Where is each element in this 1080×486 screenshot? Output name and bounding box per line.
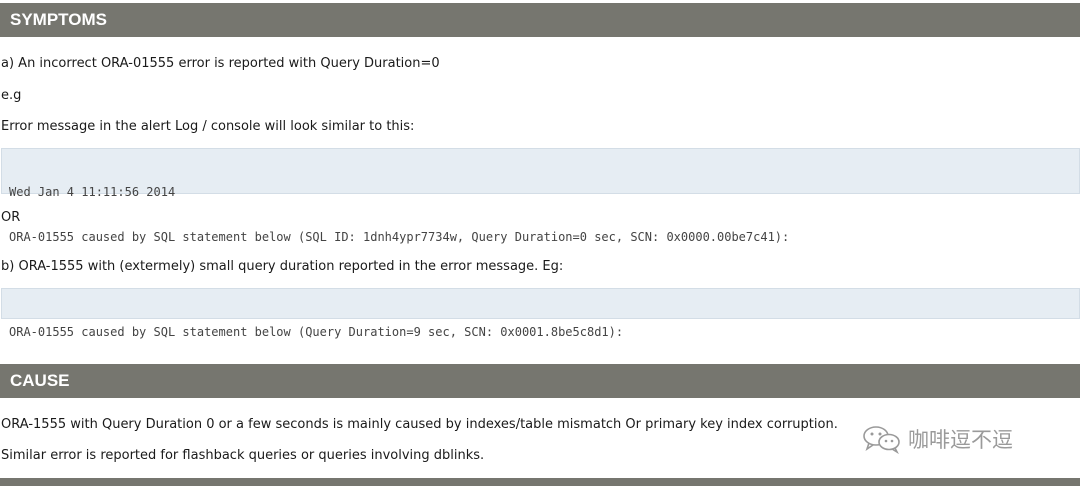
code-line-error-2: ORA-01555 caused by SQL statement below …: [9, 325, 624, 339]
watermark: 咖啡逗不逗: [862, 424, 1013, 454]
next-section-header-partial: [0, 478, 1080, 486]
error-code-block-2: ORA-01555 caused by SQL statement below …: [1, 288, 1080, 339]
cause-text-2: Similar error is reported for flashback …: [1, 448, 485, 463]
eg-text: e.g: [1, 88, 22, 103]
or-text: OR: [1, 210, 21, 225]
document-page: SYMPTOMS a) An incorrect ORA-01555 error…: [0, 0, 1080, 486]
cause-text-1: ORA-1555 with Query Duration 0 or a few …: [1, 417, 838, 432]
symptoms-header: SYMPTOMS: [0, 3, 1080, 37]
symptom-b-text: b) ORA-1555 with (extermely) small query…: [1, 259, 564, 274]
error-intro-text: Error message in the alert Log / console…: [1, 119, 415, 134]
wechat-icon: [862, 424, 902, 454]
cause-title: CAUSE: [10, 371, 70, 390]
symptom-a-text: a) An incorrect ORA-01555 error is repor…: [1, 56, 440, 71]
code-line-error: ORA-01555 caused by SQL statement below …: [9, 230, 790, 244]
symptoms-title: SYMPTOMS: [10, 10, 107, 29]
cause-header: CAUSE: [0, 364, 1080, 398]
watermark-text: 咖啡逗不逗: [908, 428, 1013, 452]
error-code-block-1: Wed Jan 4 11:11:56 2014 ORA-01555 caused…: [1, 148, 1080, 244]
code-line-timestamp: Wed Jan 4 11:11:56 2014: [9, 185, 176, 199]
